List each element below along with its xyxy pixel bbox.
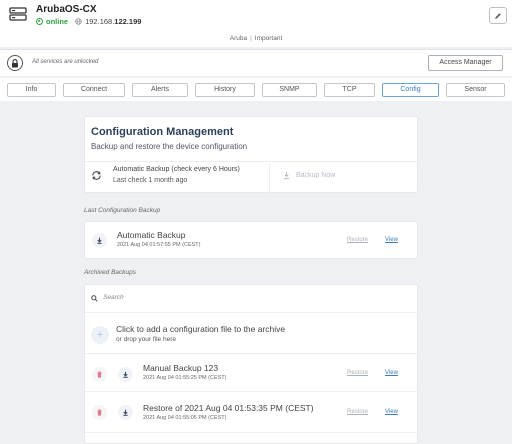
last-check-text: Last check 1 month ago: [113, 177, 188, 184]
config-management-card: Configuration Management Backup and rest…: [84, 116, 418, 193]
refresh-icon: [92, 171, 101, 180]
pencil-icon: [495, 12, 501, 19]
page-subtitle: Backup and restore the device configurat…: [91, 142, 248, 151]
download-icon: [123, 409, 128, 416]
plus-icon: +: [96, 329, 104, 341]
restore-link[interactable]: Restore: [347, 237, 368, 243]
archive-item-title: Restore of 2021 Aug 04 01:53:35 PM (CEST…: [143, 403, 314, 413]
tab-snmp[interactable]: SNMP: [262, 83, 317, 97]
archive-item-date: 2021 Aug 04 01:55:05 PM (CEST): [143, 415, 227, 421]
backup-title: Automatic Backup: [117, 230, 186, 240]
search-icon: [91, 295, 98, 302]
lock-icon: [12, 58, 18, 67]
archive-item-date: 2021 Aug 04 01:55:25 PM (CEST): [143, 375, 227, 381]
tab-history[interactable]: History: [195, 83, 255, 97]
online-icon: [36, 18, 43, 25]
delete-button[interactable]: [92, 405, 107, 420]
tab-alerts[interactable]: Alerts: [132, 83, 188, 97]
last-backup-card: Automatic Backup 2021 Aug 04 01:57:55 PM…: [84, 221, 418, 259]
backup-date: 2021 Aug 04 01:57:55 PM (CEST): [117, 242, 201, 248]
device-header: ArubaOS-CX online 192.168.122.199: [0, 0, 512, 33]
auto-backup-label: Automatic Backup (check every 6 Hours): [113, 166, 240, 173]
download-icon: [97, 237, 102, 244]
network-icon: [75, 18, 82, 25]
restore-link[interactable]: Restore: [347, 409, 368, 415]
lock-status-text: All services are unlocked: [32, 59, 99, 65]
tag-item[interactable]: Aruba: [230, 35, 247, 42]
trash-icon: [97, 409, 102, 416]
tab-config[interactable]: Config: [382, 83, 439, 97]
section-label-archived: Archived Backups: [84, 269, 137, 276]
archived-backups-card: Search + Click to add a configuration fi…: [84, 284, 418, 444]
tab-sensor[interactable]: Sensor: [446, 83, 505, 97]
divider: [85, 432, 418, 433]
backup-icon: [283, 171, 290, 180]
device-status: online 192.168.122.199: [36, 17, 141, 26]
divider: [85, 353, 418, 354]
archive-item-title: Manual Backup 123: [143, 363, 219, 373]
tab-bar: Info Connect Alerts History SNMP TCP Con…: [0, 78, 512, 101]
access-manager-button[interactable]: Access Manager: [428, 55, 503, 71]
divider: [269, 163, 270, 193]
view-link[interactable]: View: [385, 237, 398, 243]
tag-bar: Aruba | Important: [0, 33, 512, 47]
restore-link[interactable]: Restore: [347, 370, 368, 376]
delete-button[interactable]: [92, 367, 107, 382]
add-file-button[interactable]: +: [91, 326, 109, 344]
view-link[interactable]: View: [385, 370, 398, 376]
tag-item[interactable]: Important: [255, 35, 282, 42]
trash-icon: [97, 371, 102, 378]
download-button[interactable]: [92, 233, 107, 248]
ip-address: 192.168.122.199: [85, 17, 142, 26]
add-file-title[interactable]: Click to add a configuration file to the…: [116, 324, 285, 334]
backup-now-label: Backup Now: [296, 172, 336, 179]
status-text: online: [46, 17, 69, 26]
download-button[interactable]: [118, 367, 133, 382]
search-input[interactable]: Search: [103, 294, 124, 301]
divider: [85, 312, 418, 313]
download-icon: [123, 371, 128, 378]
divider: [85, 161, 418, 162]
backup-now-button[interactable]: Backup Now: [282, 171, 335, 180]
tab-info[interactable]: Info: [7, 83, 56, 97]
divider: [85, 391, 418, 392]
section-label-last-backup: Last Configuration Backup: [84, 207, 161, 214]
download-button[interactable]: [118, 405, 133, 420]
lock-button[interactable]: [7, 55, 23, 71]
edit-button[interactable]: [489, 7, 507, 24]
server-icon: [9, 7, 27, 21]
add-file-subtitle: or drop your file here: [116, 336, 176, 343]
tab-tcp[interactable]: TCP: [324, 83, 375, 97]
device-name: ArubaOS-CX: [36, 4, 97, 15]
page-title: Configuration Management: [91, 126, 234, 138]
view-link[interactable]: View: [385, 409, 398, 415]
tab-connect[interactable]: Connect: [63, 83, 125, 97]
lock-bar: All services are unlocked Access Manager: [0, 49, 512, 76]
